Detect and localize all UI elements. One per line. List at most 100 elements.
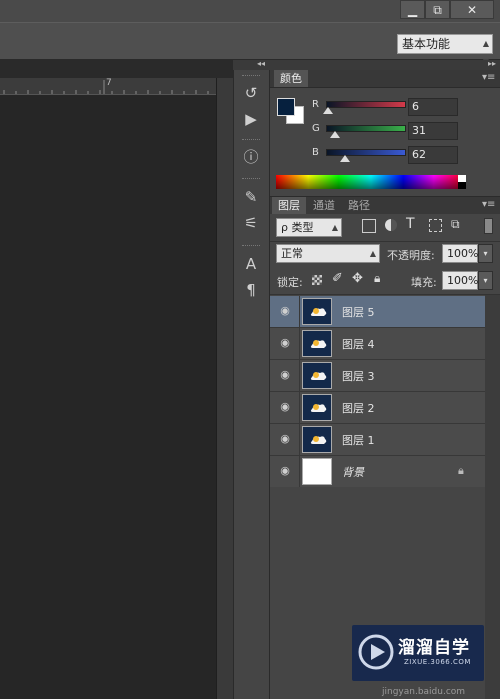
workspace-label: 基本功能: [402, 37, 451, 51]
lock-all-icon[interactable]: 🔒︎: [374, 271, 380, 286]
watermark-site: ZIXUE.3066.COM: [404, 658, 471, 666]
panels-collapse-bar[interactable]: ▸▸: [270, 59, 500, 70]
row-divider: [299, 456, 300, 487]
filter-pixel-icon[interactable]: [362, 219, 376, 233]
row-divider: [299, 328, 300, 359]
tab-color[interactable]: 颜色: [274, 70, 308, 87]
divider: [270, 294, 500, 295]
grip-dots[interactable]: [242, 245, 260, 248]
row-divider: [299, 360, 300, 391]
lock-pixels-icon[interactable]: ✐: [332, 271, 343, 286]
grip-dots[interactable]: [242, 139, 260, 142]
layer-row[interactable]: ◉ 图层 1: [270, 424, 485, 456]
filter-adjustment-icon[interactable]: [385, 219, 397, 231]
foreground-color-swatch[interactable]: [277, 98, 295, 116]
tab-layers[interactable]: 图层: [272, 197, 306, 214]
channel-value-input[interactable]: 6: [408, 98, 458, 116]
filter-label: ρ 类型: [281, 221, 314, 234]
visibility-eye-icon[interactable]: ◉: [278, 305, 292, 317]
channel-slider[interactable]: [326, 149, 406, 156]
layer-row[interactable]: ◉ 图层 4: [270, 328, 485, 360]
visibility-eye-icon[interactable]: ◉: [278, 337, 292, 349]
play-action-icon[interactable]: ▶: [240, 108, 262, 130]
watermark-brand: 溜溜自学: [398, 638, 470, 658]
layer-name: 图层 3: [342, 370, 375, 383]
fill-input[interactable]: 100%: [442, 271, 478, 290]
layer-row[interactable]: ◉ 图层 2: [270, 392, 485, 424]
watermark: 溜溜自学 ZIXUE.3066.COM: [352, 625, 484, 681]
channel-slider[interactable]: [326, 101, 406, 108]
panel-menu-icon[interactable]: ▾≡: [482, 72, 495, 83]
layer-name: 图层 4: [342, 338, 375, 351]
info-icon[interactable]: ⓘ: [240, 146, 262, 168]
workspace-select[interactable]: 基本功能 ▲▼: [397, 34, 493, 66]
visibility-eye-icon[interactable]: ◉: [278, 465, 292, 477]
filter-shape-icon[interactable]: [429, 219, 442, 232]
document-canvas[interactable]: [0, 95, 216, 699]
history-icon[interactable]: ↺: [240, 82, 262, 104]
layer-thumbnail[interactable]: [302, 426, 332, 453]
layers-scrollbar[interactable]: [485, 295, 500, 699]
row-divider: [299, 296, 300, 327]
opacity-input[interactable]: 100%: [442, 244, 478, 263]
tool-presets-icon[interactable]: ⚟: [240, 212, 262, 234]
ruler-label-7: 7: [106, 78, 112, 88]
slider-thumb[interactable]: [330, 131, 340, 138]
layer-row[interactable]: ◉ 背景 🔒︎: [270, 456, 485, 488]
layer-thumbnail[interactable]: [302, 298, 332, 325]
layer-name: 背景: [342, 466, 364, 479]
lock-transparency-icon[interactable]: [312, 275, 322, 285]
tab-paths[interactable]: 路径: [342, 197, 376, 214]
collapse-arrows-icon[interactable]: ◂◂: [257, 59, 265, 68]
character-icon[interactable]: A: [240, 253, 262, 275]
channel-value-input[interactable]: 31: [408, 122, 458, 140]
visibility-eye-icon[interactable]: ◉: [278, 401, 292, 413]
minimize-button[interactable]: ▁: [400, 0, 425, 19]
fill-dropdown[interactable]: ▾: [478, 271, 493, 290]
play-logo-icon: [358, 634, 394, 670]
channel-value-input[interactable]: 62: [408, 146, 458, 164]
brush-presets-icon[interactable]: ✎: [240, 186, 262, 208]
expand-arrows-icon[interactable]: ▸▸: [488, 59, 496, 68]
row-divider: [299, 392, 300, 423]
layer-name: 图层 1: [342, 434, 375, 447]
watermark-url: jingyan.baidu.com: [382, 687, 466, 697]
spectrum-white-swatch[interactable]: [458, 175, 466, 182]
visibility-eye-icon[interactable]: ◉: [278, 369, 292, 381]
restore-button[interactable]: ⧉: [425, 0, 450, 19]
layer-lock-icon: 🔒︎: [458, 464, 464, 477]
layer-thumbnail[interactable]: [302, 330, 332, 357]
strip-collapse-bar[interactable]: ◂◂: [233, 59, 270, 70]
channel-label: B: [312, 147, 319, 158]
tab-channels[interactable]: 通道: [307, 197, 341, 214]
layer-row[interactable]: ◉ 图层 5: [270, 296, 485, 328]
layer-row[interactable]: ◉ 图层 3: [270, 360, 485, 392]
fill-label: 填充:: [411, 276, 437, 289]
layer-name: 图层 5: [342, 306, 375, 319]
channel-label: R: [312, 99, 319, 110]
horizontal-ruler: 7: [0, 78, 216, 95]
filter-toggle[interactable]: [484, 218, 493, 234]
slider-thumb[interactable]: [340, 155, 350, 162]
layer-filter-select[interactable]: ρ 类型 ▲▼: [276, 218, 342, 249]
filter-smart-object-icon[interactable]: ⧉: [451, 217, 460, 232]
panel-menu-icon[interactable]: ▾≡: [482, 199, 495, 210]
slider-thumb[interactable]: [323, 107, 333, 114]
grip-dots[interactable]: [242, 75, 260, 78]
paragraph-icon[interactable]: ¶: [240, 279, 262, 301]
layer-thumbnail[interactable]: [302, 362, 332, 389]
filter-type-icon[interactable]: T: [406, 216, 415, 232]
visibility-eye-icon[interactable]: ◉: [278, 433, 292, 445]
color-spectrum-shade: [276, 175, 466, 189]
close-button[interactable]: ✕: [450, 0, 494, 19]
row-divider: [299, 424, 300, 455]
grip-dots[interactable]: [242, 178, 260, 181]
layer-thumbnail[interactable]: [302, 458, 332, 485]
lock-position-icon[interactable]: ✥: [352, 271, 363, 286]
layer-thumbnail[interactable]: [302, 394, 332, 421]
spectrum-black-swatch[interactable]: [458, 182, 466, 189]
lock-label: 锁定:: [277, 276, 303, 289]
blend-mode-select[interactable]: 正常 ▲ ▼: [276, 244, 380, 275]
vertical-ruler-edge: [216, 78, 234, 699]
opacity-dropdown[interactable]: ▾: [478, 244, 493, 263]
